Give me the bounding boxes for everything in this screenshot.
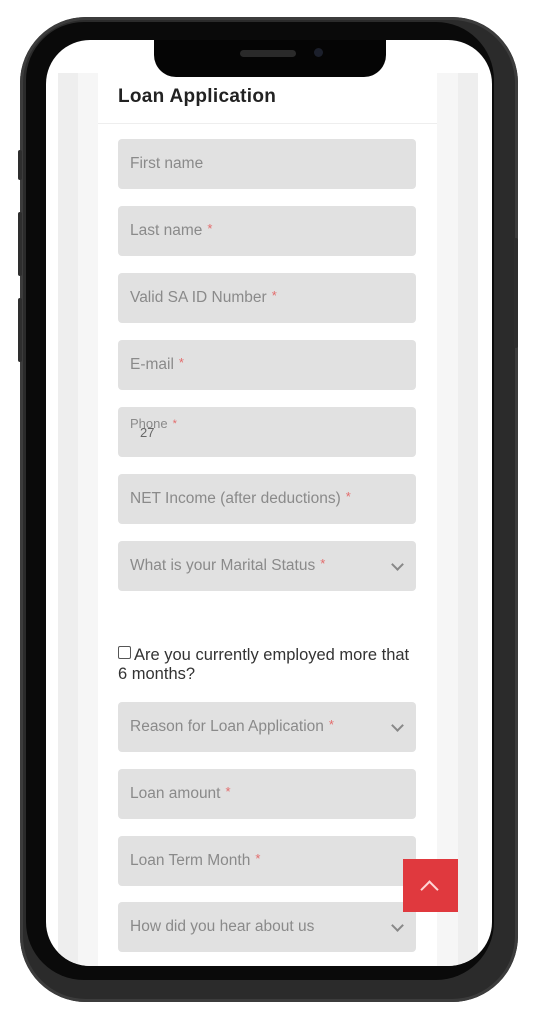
chevron-down-icon — [391, 919, 404, 932]
chevron-down-icon — [391, 558, 404, 571]
required-asterisk: * — [345, 488, 351, 504]
loan-reason-select[interactable]: Reason for Loan Application * — [118, 702, 416, 752]
net-income-input[interactable]: NET Income (after deductions) * — [118, 474, 416, 524]
loan-term-input[interactable]: Loan Term Month * — [118, 836, 416, 886]
required-asterisk: * — [255, 850, 261, 866]
phone-notch — [154, 40, 386, 77]
field-placeholder: Loan amount — [130, 785, 221, 802]
field-placeholder: Valid SA ID Number — [130, 289, 267, 306]
page-gutter — [437, 73, 458, 966]
employment-checkbox-row[interactable]: Are you currently employed more that 6 m… — [118, 646, 418, 684]
last-name-input[interactable]: Last name * — [118, 206, 416, 256]
required-asterisk: * — [207, 220, 213, 236]
first-name-input[interactable]: First name — [118, 139, 416, 189]
chevron-down-icon — [391, 719, 404, 732]
title-divider — [98, 123, 437, 124]
camera-icon — [314, 48, 323, 57]
side-button-volume-down — [18, 298, 22, 362]
required-asterisk: * — [320, 555, 326, 571]
employment-checkbox[interactable] — [118, 646, 131, 659]
speaker-grille — [240, 50, 296, 57]
field-placeholder: How did you hear about us — [130, 918, 315, 935]
page-gutter — [58, 73, 78, 966]
chevron-up-icon — [420, 880, 439, 899]
sa-id-number-input[interactable]: Valid SA ID Number * — [118, 273, 416, 323]
field-placeholder: NET Income (after deductions) — [130, 490, 341, 507]
loan-application-form: Loan Application First name Last name * V… — [98, 73, 437, 966]
employment-checkbox-label: Are you currently employed more that 6 m… — [118, 646, 410, 683]
field-placeholder: Loan Term Month — [130, 852, 251, 869]
side-button-power — [514, 238, 518, 348]
required-asterisk: * — [178, 354, 184, 370]
required-asterisk: * — [271, 287, 277, 303]
page-gutter — [78, 73, 98, 966]
side-button-mute — [18, 150, 22, 180]
required-asterisk: * — [328, 716, 334, 732]
field-placeholder: E-mail — [130, 356, 174, 373]
email-input[interactable]: E-mail * — [118, 340, 416, 390]
field-placeholder: Last name — [130, 222, 203, 239]
phone-input[interactable]: Phone * 27 — [118, 407, 416, 457]
referral-source-select[interactable]: How did you hear about us — [118, 902, 416, 952]
marital-status-select[interactable]: What is your Marital Status * — [118, 541, 416, 591]
loan-amount-input[interactable]: Loan amount * — [118, 769, 416, 819]
field-placeholder: First name — [130, 155, 204, 172]
form-title: Loan Application — [118, 86, 277, 107]
phone-screen: Loan Application First name Last name * V… — [46, 40, 492, 966]
page-gutter — [458, 73, 478, 966]
field-placeholder: Reason for Loan Application — [130, 718, 324, 735]
required-asterisk: * — [172, 418, 177, 430]
field-placeholder: What is your Marital Status — [130, 557, 316, 574]
side-button-volume-up — [18, 212, 22, 276]
required-asterisk: * — [225, 783, 231, 799]
scroll-to-top-button[interactable] — [403, 859, 458, 912]
phone-value: 27 — [140, 425, 155, 440]
